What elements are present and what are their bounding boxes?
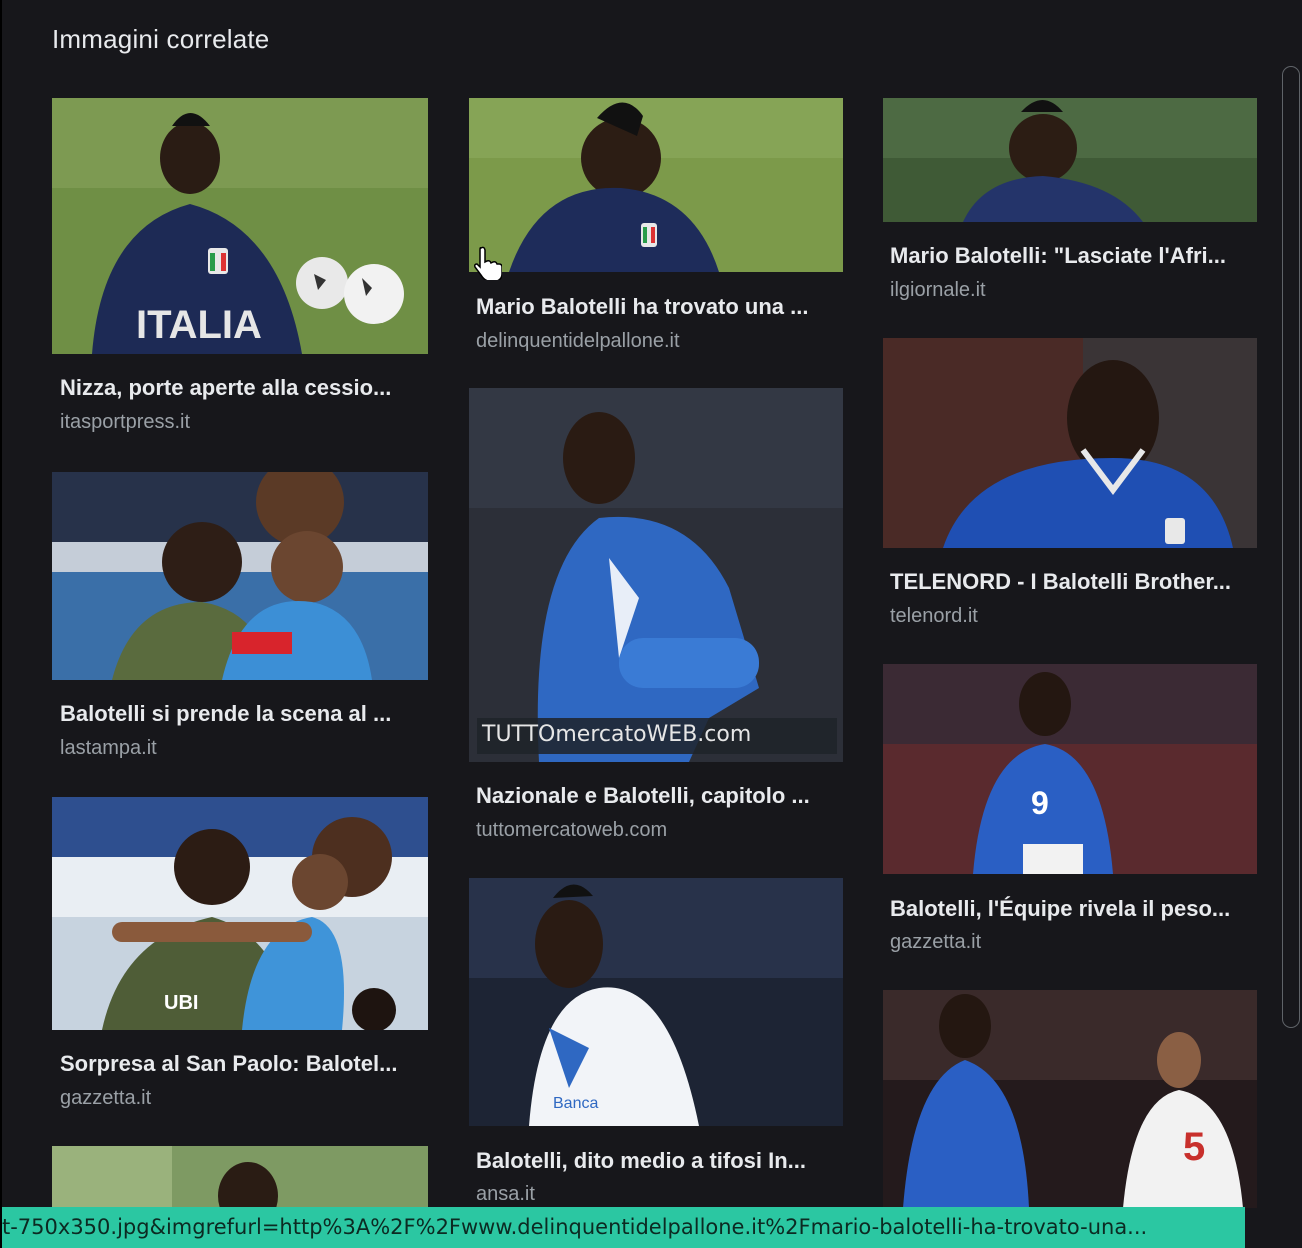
card-source: ilgiornale.it bbox=[890, 279, 986, 301]
panel-heading: Immagini correlate bbox=[52, 24, 270, 54]
thumbnail-watermark: TUTTOmercatoWEB.com bbox=[482, 722, 752, 747]
image-card[interactable] bbox=[52, 1146, 428, 1208]
card-title[interactable]: Nizza, porte aperte alla cessio... bbox=[60, 375, 420, 401]
image-card[interactable]: TELENORD - I Balotelli Brother... teleno… bbox=[882, 338, 1258, 638]
card-thumbnail[interactable] bbox=[468, 98, 844, 272]
svg-text:Banca: Banca bbox=[553, 1095, 598, 1112]
card-thumbnail[interactable]: UBI bbox=[52, 797, 428, 1030]
status-bar-url: t-750x350.jpg&imgrefurl=http%3A%2F%2Fwww… bbox=[2, 1207, 1245, 1248]
svg-text:5: 5 bbox=[1183, 1125, 1205, 1169]
card-source: gazzetta.it bbox=[60, 1087, 152, 1109]
card-thumbnail[interactable]: Banca bbox=[468, 878, 844, 1126]
svg-text:ITALIA: ITALIA bbox=[136, 303, 262, 347]
hand-cursor-icon bbox=[474, 246, 502, 280]
image-card[interactable]: TUTTOmercatoWEB.com Nazionale e Balotell… bbox=[468, 388, 844, 848]
image-card[interactable]: Mario Balotelli ha trovato una ... delin… bbox=[468, 98, 844, 358]
image-card[interactable]: Balotelli si prende la scena al ... last… bbox=[52, 472, 428, 772]
card-thumbnail[interactable] bbox=[882, 98, 1258, 222]
image-card[interactable]: 5 bbox=[882, 990, 1258, 1208]
card-thumbnail[interactable] bbox=[468, 388, 844, 762]
card-source: ansa.it bbox=[476, 1183, 535, 1205]
card-source: gazzetta.it bbox=[890, 931, 982, 953]
card-thumbnail[interactable] bbox=[882, 338, 1258, 548]
card-title[interactable]: Sorpresa al San Paolo: Balotel... bbox=[60, 1051, 420, 1077]
card-title[interactable]: TELENORD - I Balotelli Brother... bbox=[890, 569, 1250, 595]
card-thumbnail[interactable] bbox=[52, 472, 428, 680]
card-source: lastampa.it bbox=[60, 737, 157, 759]
card-source: telenord.it bbox=[890, 605, 978, 627]
card-title[interactable]: Mario Balotelli ha trovato una ... bbox=[476, 294, 836, 320]
card-thumbnail[interactable]: 9 bbox=[882, 664, 1258, 874]
svg-text:UBI: UBI bbox=[164, 992, 198, 1014]
image-card[interactable]: ITALIA Nizza, porte aperte alla cessio..… bbox=[52, 98, 428, 438]
card-title[interactable]: Balotelli si prende la scena al ... bbox=[60, 701, 420, 727]
card-source: itasportpress.it bbox=[60, 411, 191, 433]
card-title[interactable]: Balotelli, l'Équipe rivela il peso... bbox=[890, 896, 1250, 922]
image-card[interactable]: Banca Balotelli, dito medio a tifosi In.… bbox=[468, 878, 844, 1208]
card-title[interactable]: Nazionale e Balotelli, capitolo ... bbox=[476, 783, 836, 809]
card-source: delinquentidelpallone.it bbox=[476, 330, 680, 352]
svg-text:9: 9 bbox=[1031, 785, 1049, 821]
card-title[interactable]: Balotelli, dito medio a tifosi In... bbox=[476, 1148, 836, 1174]
card-title[interactable]: Mario Balotelli: "Lasciate l'Afri... bbox=[890, 243, 1250, 269]
card-thumbnail[interactable]: ITALIA bbox=[52, 98, 428, 354]
image-card[interactable]: Mario Balotelli: "Lasciate l'Afri... ilg… bbox=[882, 98, 1258, 308]
scrollbar[interactable] bbox=[1282, 66, 1300, 1028]
card-thumbnail[interactable]: 5 bbox=[882, 990, 1258, 1208]
card-source: tuttomercatoweb.com bbox=[476, 819, 668, 841]
image-card[interactable]: UBI Sorpresa al San Paolo: Balotel... ga… bbox=[52, 797, 428, 1117]
related-images-panel: Immagini correlate ITALIA Nizza, porte a… bbox=[0, 0, 1302, 1248]
image-card[interactable]: 9 Balotelli, l'Équipe rivela il peso... … bbox=[882, 664, 1258, 964]
card-thumbnail[interactable] bbox=[52, 1146, 428, 1207]
